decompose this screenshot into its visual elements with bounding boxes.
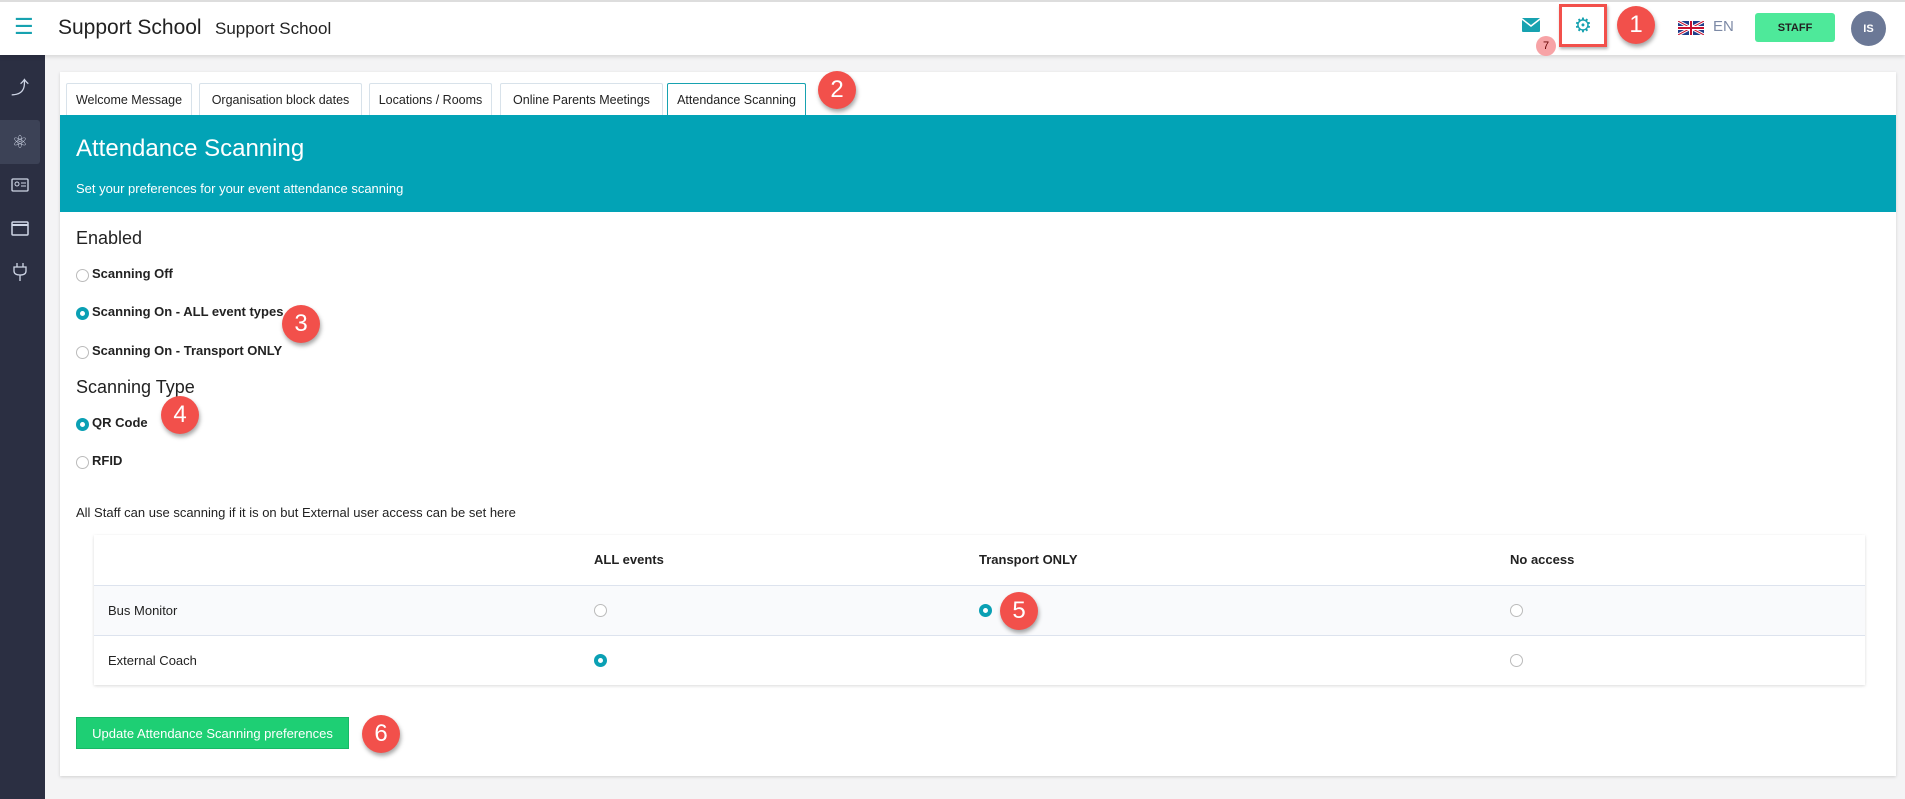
- radio-bus-monitor-all-events[interactable]: [594, 604, 607, 617]
- table-row-external-coach: External Coach: [94, 635, 1865, 685]
- radio-scanning-off[interactable]: [76, 269, 89, 282]
- radio-qr-code[interactable]: [76, 418, 89, 431]
- tab-organisation-block-dates[interactable]: Organisation block dates: [199, 83, 362, 115]
- staff-role-button[interactable]: STAFF: [1755, 13, 1835, 42]
- mail-icon[interactable]: [1521, 18, 1541, 37]
- column-transport-only: Transport ONLY: [979, 552, 1078, 567]
- label-rfid: RFID: [92, 453, 123, 468]
- column-all-events: ALL events: [594, 552, 664, 567]
- sidebar-settings-icon[interactable]: ⚛: [0, 120, 40, 164]
- hamburger-menu-icon[interactable]: ☰: [14, 14, 34, 40]
- gear-icon: ⚙: [1574, 15, 1592, 37]
- row-label: External Coach: [108, 653, 197, 668]
- radio-external-coach-no-access[interactable]: [1510, 654, 1523, 667]
- uk-flag-icon[interactable]: [1677, 19, 1705, 37]
- annotation-3: 3: [282, 305, 320, 343]
- sidebar-exit-icon[interactable]: ⤴: [0, 65, 40, 109]
- annotation-4: 4: [161, 396, 199, 434]
- banner-subtitle: Set your preferences for your event atte…: [76, 181, 404, 196]
- tab-online-parents-meetings[interactable]: Online Parents Meetings: [500, 83, 663, 115]
- radio-bus-monitor-no-access[interactable]: [1510, 604, 1523, 617]
- radio-bus-monitor-transport-only[interactable]: [979, 604, 992, 617]
- external-access-table: ALL events Transport ONLY No access Bus …: [94, 535, 1865, 685]
- table-row-bus-monitor: Bus Monitor 5: [94, 585, 1865, 635]
- label-scanning-on-transport: Scanning On - Transport ONLY: [92, 343, 283, 358]
- label-scanning-off: Scanning Off: [92, 266, 173, 281]
- school-subtitle: Support School: [215, 19, 332, 38]
- mail-count-badge: 7: [1536, 36, 1556, 56]
- annotation-5: 5: [1000, 592, 1038, 630]
- settings-card: Welcome Message Organisation block dates…: [60, 71, 1896, 776]
- row-label: Bus Monitor: [108, 603, 178, 618]
- language-selector[interactable]: EN: [1713, 18, 1734, 35]
- scanning-type-heading: Scanning Type: [76, 377, 195, 397]
- sidebar: ⤴ ⚛: [0, 55, 45, 799]
- tab-locations-rooms[interactable]: Locations / Rooms: [369, 83, 492, 115]
- radio-rfid[interactable]: [76, 456, 89, 469]
- radio-scanning-on-all[interactable]: [76, 307, 89, 320]
- access-note: All Staff can use scanning if it is on b…: [76, 505, 516, 520]
- settings-gear-button[interactable]: ⚙: [1559, 4, 1607, 47]
- label-scanning-on-all: Scanning On - ALL event types: [92, 304, 284, 319]
- annotation-1: 1: [1617, 6, 1655, 44]
- banner-title: Attendance Scanning: [76, 135, 305, 162]
- annotation-2: 2: [818, 71, 856, 109]
- sidebar-plug-icon[interactable]: [0, 250, 40, 294]
- annotation-6: 6: [362, 715, 400, 753]
- top-header: ☰ Support School Support School 7 ⚙ 1 EN…: [0, 0, 1905, 56]
- tab-attendance-scanning[interactable]: Attendance Scanning: [667, 83, 806, 115]
- radio-scanning-on-transport[interactable]: [76, 346, 89, 359]
- user-avatar[interactable]: IS: [1851, 11, 1886, 46]
- label-qr-code: QR Code: [92, 415, 148, 430]
- sidebar-contact-card-icon[interactable]: [0, 163, 40, 207]
- tab-welcome-message[interactable]: Welcome Message: [66, 83, 192, 115]
- sidebar-window-icon[interactable]: [0, 206, 40, 250]
- section-banner: Attendance Scanning Set your preferences…: [60, 115, 1896, 212]
- radio-external-coach-all-events[interactable]: [594, 654, 607, 667]
- update-preferences-button[interactable]: Update Attendance Scanning preferences: [76, 717, 349, 749]
- enabled-heading: Enabled: [76, 228, 143, 248]
- column-no-access: No access: [1510, 552, 1575, 567]
- school-title: Support School: [58, 16, 202, 39]
